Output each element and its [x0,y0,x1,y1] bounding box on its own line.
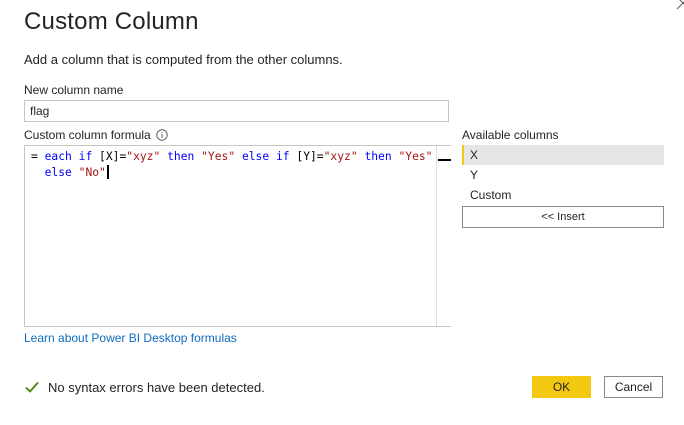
ok-button[interactable]: OK [532,376,591,398]
custom-column-dialog: Custom Column Add a column that is compu… [0,0,684,425]
formula-keyword: if [78,150,93,163]
syntax-status: No syntax errors have been detected. [24,379,265,395]
column-item-x[interactable]: X [462,145,664,165]
formula-string: "No" [78,166,106,179]
formula-string: "Yes" [398,150,433,163]
dialog-subtitle: Add a column that is computed from the o… [24,52,343,67]
formula-keyword: then [167,150,195,163]
text-caret [106,165,109,179]
available-columns-list: X Y Custom [462,145,664,205]
formula-keyword: then [364,150,392,163]
formula-keyword: else [44,166,72,179]
formula-keyword: if [275,150,290,163]
formula-token: = [31,150,45,163]
formula-token [269,150,276,163]
insert-button[interactable]: << Insert [462,206,664,228]
formula-editor[interactable]: = each if [X]="xyz" then "Yes" else if [… [24,145,451,327]
scrollbar-thumb[interactable] [438,159,451,161]
column-item-custom[interactable]: Custom [462,185,664,205]
close-icon[interactable] [676,0,684,10]
formula-token [72,150,79,163]
formula-keyword: else [241,150,270,163]
formula-label-row: Custom column formula [24,128,168,142]
formula-string: "xyz" [323,150,358,163]
formula-token [72,166,79,179]
dialog-title: Custom Column [24,8,199,35]
info-icon[interactable] [156,129,168,141]
formula-token [235,150,242,163]
status-text: No syntax errors have been detected. [48,379,265,395]
column-item-y[interactable]: Y [462,165,664,185]
column-name-input[interactable] [24,100,449,122]
cancel-button[interactable]: Cancel [604,376,663,398]
formula-label: Custom column formula [24,128,151,142]
formula-token [31,166,45,179]
formula-token: [X]= [92,150,127,163]
formula-text[interactable]: = each if [X]="xyz" then "Yes" else if [… [31,149,433,181]
formula-keyword: each [44,150,72,163]
column-name-label: New column name [24,83,124,97]
formula-scrollbar[interactable] [436,146,451,326]
formula-token: [Y]= [289,150,324,163]
formula-string: "Yes" [201,150,236,163]
learn-formulas-link[interactable]: Learn about Power BI Desktop formulas [24,331,237,345]
formula-string: "xyz" [126,150,161,163]
check-icon [24,379,40,395]
available-columns-label: Available columns [462,128,559,142]
